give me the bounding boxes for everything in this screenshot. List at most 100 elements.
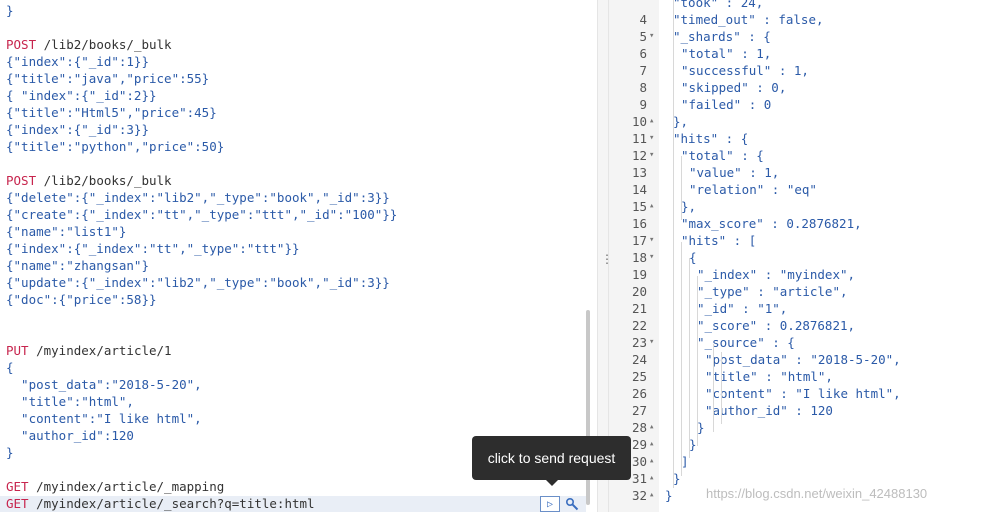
code-line[interactable]: {: [6, 359, 14, 376]
response-line: 14 "relation" : "eq": [609, 181, 986, 198]
request-line[interactable]: POST /lib2/books/_bulk: [6, 36, 172, 53]
line-number: 27: [631, 403, 647, 418]
line-number: 11: [631, 131, 647, 146]
response-line: 15 ▴},: [609, 198, 986, 215]
fold-toggle-icon[interactable]: ▾: [649, 249, 654, 266]
code-line[interactable]: {"update":{"_index":"lib2","_type":"book…: [6, 274, 390, 291]
code-line[interactable]: {"index":{"_id":1}}: [6, 53, 149, 70]
response-line: 4 "timed_out" : false,: [609, 11, 986, 28]
indent-guide: [697, 276, 698, 446]
fold-toggle-icon[interactable]: ▾: [649, 334, 654, 351]
response-code: "total" : 1,: [681, 46, 772, 61]
line-number: 7: [639, 63, 647, 78]
code-line[interactable]: "author_id":120: [6, 427, 134, 444]
code-line[interactable]: {"doc":{"price":58}}: [6, 291, 157, 308]
response-code: "hits" : {: [673, 131, 749, 146]
response-line: 24 "post_data" : "2018-5-20",: [609, 351, 986, 368]
code-line[interactable]: "post_data":"2018-5-20",: [6, 376, 202, 393]
line-number: 14: [631, 182, 647, 197]
response-line: 29 ▴}: [609, 436, 986, 453]
line-number: 6: [639, 46, 647, 61]
response-code: },: [681, 199, 697, 214]
response-code: "skipped" : 0,: [681, 80, 787, 95]
line-number: 16: [631, 216, 647, 231]
code-line[interactable]: {"index":{"_index":"tt","_type":"ttt"}}: [6, 240, 300, 257]
line-number: 22: [631, 318, 647, 333]
code-line[interactable]: }: [6, 444, 14, 461]
http-method: POST: [6, 173, 37, 188]
line-number: 25: [631, 369, 647, 384]
request-line[interactable]: GET /myindex/article/_mapping: [6, 478, 224, 495]
response-code: "_index" : "myindex",: [697, 267, 856, 282]
response-code: "value" : 1,: [689, 165, 780, 180]
code-line[interactable]: "title":"html",: [6, 393, 134, 410]
request-line[interactable]: PUT /myindex/article/1: [6, 342, 172, 359]
fold-toggle-icon[interactable]: ▾: [649, 147, 654, 164]
line-number: 21: [631, 301, 647, 316]
wrench-icon: [565, 497, 579, 511]
code-line[interactable]: "content":"I like html",: [6, 410, 202, 427]
tooltip-arrow: [546, 480, 558, 486]
code-line[interactable]: {"title":"python","price":50}: [6, 138, 224, 155]
response-code: "_id" : "1",: [697, 301, 788, 316]
send-request-button[interactable]: ▷: [540, 496, 560, 512]
line-number: 5: [639, 29, 647, 44]
response-line: 31 ▴}: [609, 470, 986, 487]
fold-toggle-icon[interactable]: ▴: [649, 198, 654, 215]
line-number: 15: [631, 199, 647, 214]
fold-toggle-icon[interactable]: ▴: [649, 436, 654, 453]
request-line[interactable]: POST /lib2/books/_bulk: [6, 172, 172, 189]
fold-toggle-icon[interactable]: ▾: [649, 232, 654, 249]
response-code: }: [665, 488, 673, 503]
request-settings-button[interactable]: [563, 496, 581, 512]
indent-guide: [689, 258, 690, 458]
code-line[interactable]: {"name":"zhangsan"}: [6, 257, 149, 274]
code-line[interactable]: }: [6, 2, 14, 19]
response-code: }: [697, 420, 705, 435]
fold-toggle-icon[interactable]: ▴: [649, 470, 654, 487]
code-line[interactable]: {"delete":{"_index":"lib2","_type":"book…: [6, 189, 390, 206]
fold-toggle-icon[interactable]: ▴: [649, 113, 654, 130]
response-line: 21 "_id" : "1",: [609, 300, 986, 317]
fold-toggle-icon[interactable]: ▴: [649, 419, 654, 436]
response-code: "timed_out" : false,: [673, 12, 824, 27]
fold-toggle-icon[interactable]: ▴: [649, 487, 654, 504]
line-number: 26: [631, 386, 647, 401]
code-line[interactable]: {"index":{"_id":3}}: [6, 121, 149, 138]
fold-toggle-icon[interactable]: ▾: [649, 130, 654, 147]
code-line[interactable]: {"name":"list1"}: [6, 223, 126, 240]
play-icon: ▷: [546, 498, 554, 510]
response-code: "_score" : 0.2876821,: [697, 318, 856, 333]
request-line[interactable]: GET /myindex/article/_search?q=title:htm…: [6, 495, 315, 512]
response-line: 13 "value" : 1,: [609, 164, 986, 181]
response-line: 8 "skipped" : 0,: [609, 79, 986, 96]
request-url: /lib2/books/_bulk: [43, 173, 172, 188]
response-code: }: [673, 471, 681, 486]
response-code: {: [689, 250, 697, 265]
line-number: 12: [631, 148, 647, 163]
code-line[interactable]: { "index":{"_id":2}}: [6, 87, 157, 104]
send-request-tooltip: click to send request: [472, 436, 631, 480]
fold-toggle-icon[interactable]: ▴: [649, 453, 654, 470]
code-line[interactable]: {"create":{"_index":"tt","_type":"ttt","…: [6, 206, 397, 223]
response-code: "content" : "I like html",: [705, 386, 901, 401]
response-code: "author_id" : 120: [705, 403, 833, 418]
code-line[interactable]: {"title":"Html5","price":45}: [6, 104, 217, 121]
response-code: "_source" : {: [697, 335, 795, 350]
line-number: 4: [639, 12, 647, 27]
request-url: /lib2/books/_bulk: [43, 37, 172, 52]
response-code: "took" : 24,: [673, 0, 764, 10]
code-line[interactable]: {"title":"java","price":55}: [6, 70, 209, 87]
line-number: 19: [631, 267, 647, 282]
response-viewer[interactable]: "took" : 24, 4 "timed_out" : false, 5 ▾ "_sha…: [609, 0, 986, 512]
response-line: 30 ▴]: [609, 453, 986, 470]
response-line: 5 ▾ "_shards" : {: [609, 28, 986, 45]
indent-guide: [713, 344, 714, 432]
line-number: 17: [631, 233, 647, 248]
indent-guide: [721, 352, 722, 424]
line-number: 18: [631, 250, 647, 265]
indent-guide: [681, 242, 682, 476]
line-number: 10: [631, 114, 647, 129]
response-code: "hits" : [: [681, 233, 757, 248]
fold-toggle-icon[interactable]: ▾: [649, 28, 654, 45]
